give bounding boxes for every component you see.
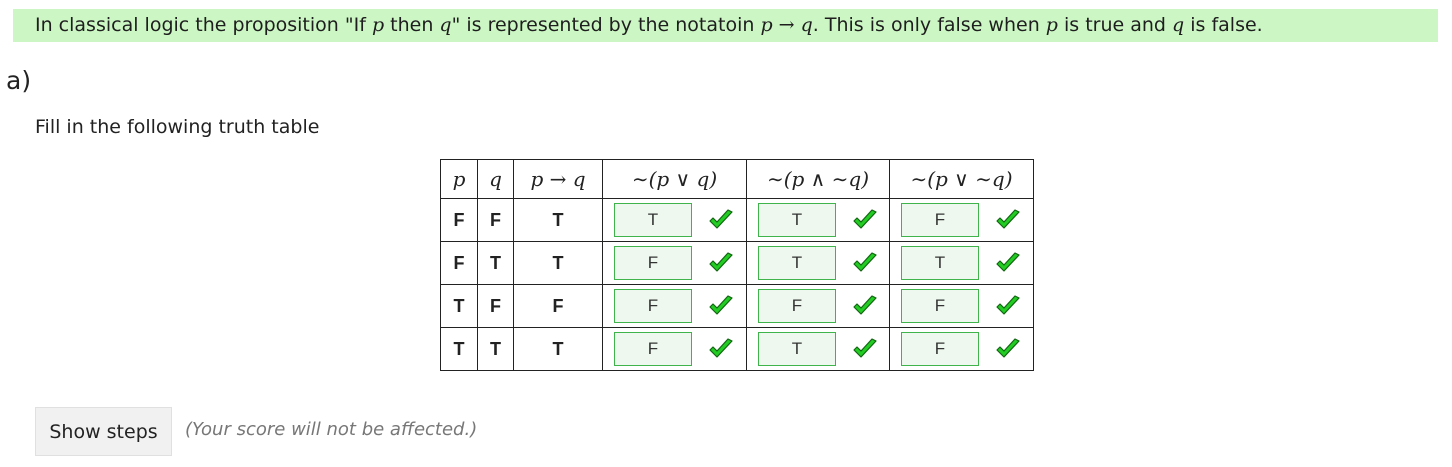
- cell-implication: T: [513, 327, 603, 371]
- intro-text: In classical logic the proposition "If: [35, 14, 372, 36]
- intro-text: then: [384, 14, 440, 36]
- truth-table: p q p → q ∼(p ∨ q) ∼(p ∧ ∼q) ∼(p ∨ ∼q) F…: [440, 159, 1034, 371]
- answer-wrapper: T: [890, 246, 1033, 280]
- intro-text: " is represented by the notatoin: [451, 14, 761, 36]
- checkmark-icon: [995, 295, 1021, 317]
- answer-wrapper: F: [890, 203, 1033, 237]
- math-p: p: [760, 14, 773, 36]
- intro-banner: In classical logic the proposition "If p…: [13, 9, 1438, 42]
- cell-q: F: [477, 284, 514, 328]
- answer-input[interactable]: F: [901, 289, 979, 323]
- answer-wrapper: F: [747, 289, 889, 323]
- checkmark-icon: [708, 252, 734, 274]
- intro-text: is true and: [1057, 14, 1173, 36]
- answer-cell: F: [746, 284, 890, 328]
- header-q: q: [477, 159, 514, 199]
- checkmark-icon: [995, 209, 1021, 231]
- cell-implication: T: [513, 241, 603, 285]
- answer-cell: F: [889, 198, 1034, 242]
- part-label: a): [6, 66, 32, 95]
- table-row: FFTTTF: [440, 198, 1034, 242]
- checkmark-icon: [852, 295, 878, 317]
- answer-input[interactable]: F: [758, 289, 836, 323]
- checkmark-icon: [708, 209, 734, 231]
- answer-input[interactable]: T: [901, 246, 979, 280]
- header-expr3: ∼(p ∨ ∼q): [889, 159, 1034, 199]
- answer-input[interactable]: F: [901, 203, 979, 237]
- instruction-text: Fill in the following truth table: [35, 116, 320, 138]
- answer-wrapper: F: [603, 332, 746, 366]
- cell-p: F: [440, 198, 478, 242]
- checkmark-icon: [708, 338, 734, 360]
- answer-input[interactable]: F: [614, 332, 692, 366]
- answer-cell: T: [889, 241, 1034, 285]
- answer-wrapper: F: [603, 246, 746, 280]
- math-p: p: [1045, 14, 1058, 36]
- score-note: (Your score will not be affected.): [185, 419, 478, 440]
- answer-cell: T: [602, 198, 747, 242]
- answer-input[interactable]: F: [901, 332, 979, 366]
- checkmark-icon: [852, 338, 878, 360]
- table-header-row: p q p → q ∼(p ∨ q) ∼(p ∧ ∼q) ∼(p ∨ ∼q): [440, 159, 1034, 199]
- header-expr1: ∼(p ∨ q): [602, 159, 747, 199]
- cell-p: T: [440, 327, 478, 371]
- answer-wrapper: F: [603, 289, 746, 323]
- math-p: p: [371, 14, 385, 36]
- intro-text: is false.: [1184, 14, 1263, 36]
- answer-wrapper: T: [747, 203, 889, 237]
- math-arrow: →: [772, 14, 801, 36]
- checkmark-icon: [708, 295, 734, 317]
- answer-wrapper: F: [890, 289, 1033, 323]
- answer-wrapper: T: [747, 332, 889, 366]
- answer-cell: T: [746, 198, 890, 242]
- header-p: p: [440, 159, 478, 199]
- cell-p: T: [440, 284, 478, 328]
- answer-cell: F: [602, 241, 747, 285]
- answer-input[interactable]: T: [614, 203, 692, 237]
- checkmark-icon: [852, 252, 878, 274]
- math-q: q: [800, 14, 813, 36]
- answer-cell: F: [602, 284, 747, 328]
- cell-implication: T: [513, 198, 603, 242]
- table-row: FTTFTT: [440, 241, 1034, 285]
- table-row: TFFFFF: [440, 284, 1034, 328]
- answer-input[interactable]: T: [758, 332, 836, 366]
- cell-q: T: [477, 327, 514, 371]
- math-q: q: [1172, 14, 1185, 36]
- answer-wrapper: T: [747, 246, 889, 280]
- checkmark-icon: [995, 338, 1021, 360]
- answer-cell: T: [746, 327, 890, 371]
- header-implication: p → q: [513, 159, 603, 199]
- answer-input[interactable]: F: [614, 289, 692, 323]
- cell-p: F: [440, 241, 478, 285]
- checkmark-icon: [852, 209, 878, 231]
- answer-cell: F: [602, 327, 747, 371]
- cell-q: F: [477, 198, 514, 242]
- show-steps-button[interactable]: Show steps: [35, 407, 172, 456]
- intro-text: . This is only false when: [812, 14, 1046, 36]
- answer-cell: F: [889, 284, 1034, 328]
- math-q: q: [439, 14, 452, 36]
- answer-input[interactable]: T: [758, 246, 836, 280]
- checkmark-icon: [995, 252, 1021, 274]
- answer-wrapper: T: [603, 203, 746, 237]
- cell-q: T: [477, 241, 514, 285]
- answer-cell: F: [889, 327, 1034, 371]
- answer-cell: T: [746, 241, 890, 285]
- answer-input[interactable]: F: [614, 246, 692, 280]
- table-row: TTTFTF: [440, 327, 1034, 371]
- answer-wrapper: F: [890, 332, 1033, 366]
- header-expr2: ∼(p ∧ ∼q): [746, 159, 890, 199]
- answer-input[interactable]: T: [758, 203, 836, 237]
- cell-implication: F: [513, 284, 603, 328]
